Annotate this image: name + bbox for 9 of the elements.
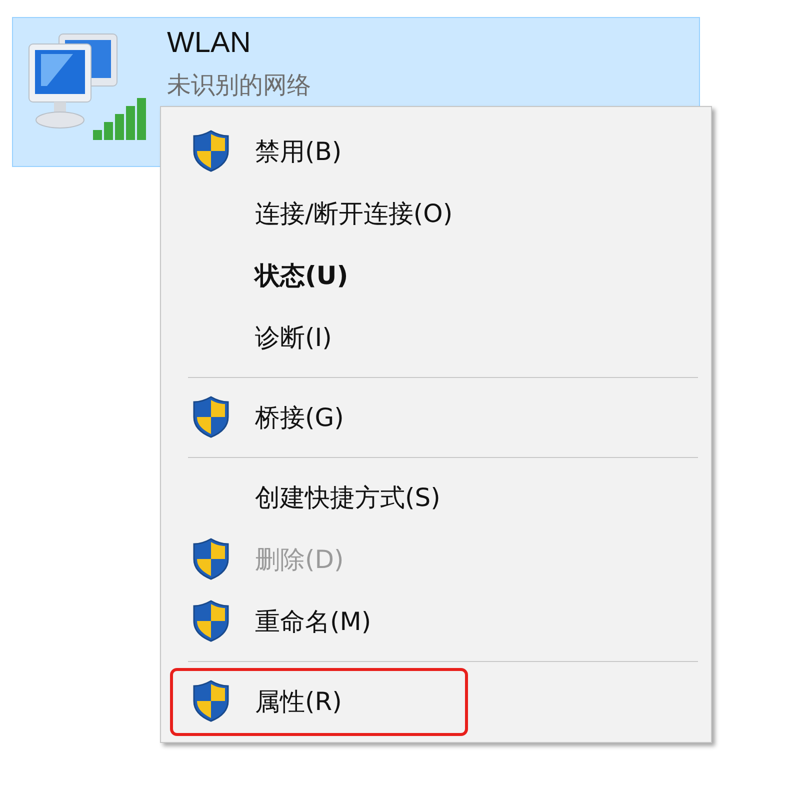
network-status: 未识别的网络 xyxy=(167,70,311,100)
menu-item[interactable]: 重命名(M) xyxy=(161,590,711,652)
menu-item[interactable]: 连接/断开连接(O) xyxy=(161,182,711,244)
menu-item[interactable]: 诊断(I) xyxy=(161,306,711,368)
menu-item[interactable]: 属性(R) xyxy=(161,670,711,732)
network-name: WLAN xyxy=(167,26,252,60)
menu-item[interactable]: 状态(U) xyxy=(161,244,711,306)
menu-item[interactable]: 桥接(G) xyxy=(161,386,711,448)
menu-item[interactable]: 创建快捷方式(S) xyxy=(161,466,711,528)
